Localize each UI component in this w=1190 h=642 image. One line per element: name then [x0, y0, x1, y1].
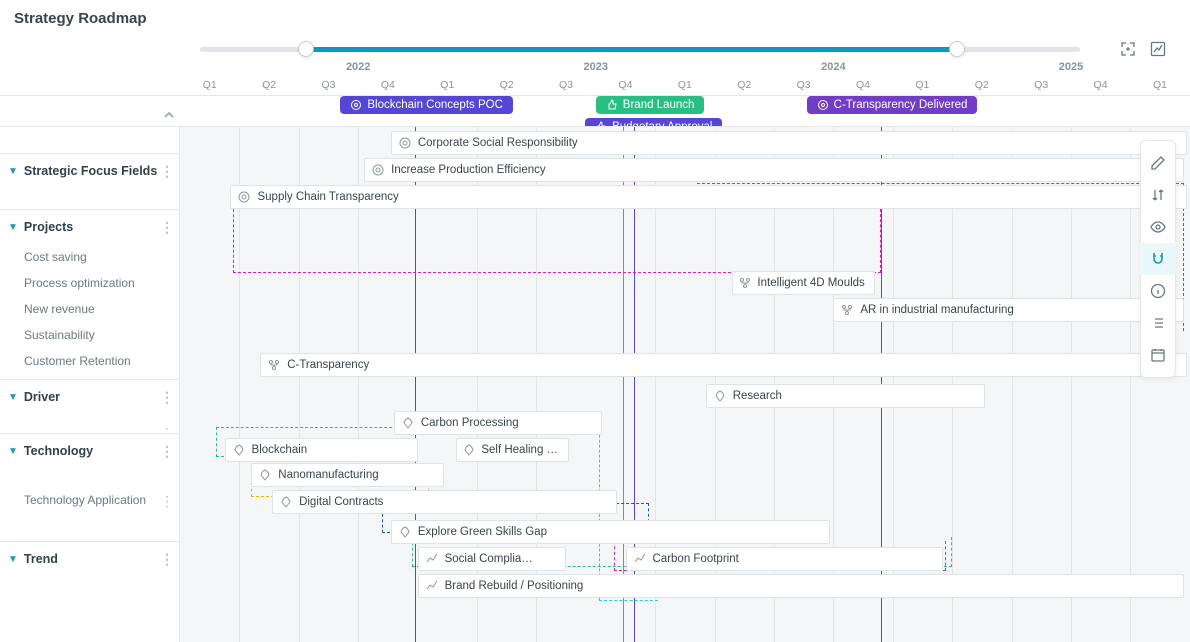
target-icon — [817, 99, 829, 111]
sidebar-item-tech-app[interactable]: Technology Application — [0, 487, 179, 513]
sidebar-item-revenue[interactable]: New revenue — [0, 296, 179, 322]
sidebar-item-customer[interactable]: Customer Retention — [0, 348, 179, 374]
sort-icon[interactable] — [1140, 179, 1176, 211]
sidebar: ▼ Strategic Focus Fields ⋮ ▼ Projects ⋮ … — [0, 127, 180, 642]
info-icon[interactable] — [1140, 275, 1176, 307]
sidebar-item-sustain[interactable]: Sustainability — [0, 322, 179, 348]
target-icon — [398, 136, 412, 150]
visibility-icon[interactable] — [1140, 211, 1176, 243]
trend-icon — [633, 552, 647, 566]
bar-green-skills[interactable]: Explore Green Skills Gap — [391, 520, 831, 544]
more-icon[interactable]: ⋮ — [160, 443, 173, 460]
trend-icon — [425, 552, 439, 566]
chart-mode-icon[interactable] — [1150, 41, 1166, 57]
target-icon — [350, 99, 362, 111]
time-range-slider[interactable] — [200, 47, 1080, 52]
milestone-c-transparency[interactable]: C-Transparency Delivered — [807, 96, 978, 114]
bar-c-transparency[interactable]: ▶ C-Transparency — [260, 353, 1187, 377]
rocket-icon — [279, 495, 293, 509]
bar-prodeff[interactable]: Increase Production Efficiency — [364, 158, 1184, 182]
trend-icon — [425, 579, 439, 593]
branch-icon — [267, 358, 281, 372]
branch-icon — [739, 276, 751, 290]
timeline-body[interactable]: ▶ Corporate Social Responsibility Increa… — [180, 127, 1190, 642]
slider-handle-end[interactable] — [949, 41, 965, 57]
sidebar-trend[interactable]: ▼ Trend ⋮ — [0, 541, 179, 576]
sidebar-item-cost[interactable]: Cost saving — [0, 244, 179, 270]
sidebar-technology[interactable]: ▼ Technology ⋮ — [0, 433, 179, 468]
page-title: Strategy Roadmap — [0, 0, 1190, 27]
edit-icon[interactable] — [1140, 147, 1176, 179]
sidebar-driver[interactable]: ▼ Driver ⋮ — [0, 379, 179, 414]
rocket-icon — [463, 443, 475, 457]
collapse-sidebar-icon[interactable] — [162, 108, 176, 125]
bar-carbon-footprint[interactable]: ▶ Carbon Footprint — [626, 547, 944, 571]
rocket-icon — [713, 389, 727, 403]
sidebar-item-process[interactable]: Process optimization — [0, 270, 179, 296]
more-icon[interactable]: ⋮ — [160, 551, 173, 568]
bar-brand-rebuild[interactable]: Brand Rebuild / Positioning — [418, 574, 1184, 598]
more-icon[interactable]: ⋮ — [160, 493, 173, 510]
bar-carbon-processing[interactable]: Carbon Processing — [394, 411, 602, 435]
bar-supply[interactable]: Supply Chain Transparency — [230, 185, 1186, 209]
sidebar-projects[interactable]: ▼ Projects ⋮ — [0, 209, 179, 244]
rocket-icon — [232, 443, 246, 457]
bar-blockchain[interactable]: Blockchain — [225, 438, 418, 462]
caret-down-icon: ▼ — [8, 166, 18, 177]
caret-down-icon: ▼ — [8, 554, 18, 565]
rocket-icon — [398, 525, 412, 539]
slider-handle-start[interactable] — [298, 41, 314, 57]
target-icon — [237, 190, 251, 204]
rocket-icon — [401, 416, 415, 430]
rocket-icon — [258, 468, 272, 482]
right-toolbar — [1140, 140, 1176, 378]
caret-down-icon: ▼ — [8, 446, 18, 457]
bar-ar-manufacturing[interactable]: ▶ AR in industrial manufacturing — [833, 298, 1183, 322]
magnet-icon[interactable] — [1140, 243, 1176, 275]
caret-down-icon: ▼ — [8, 222, 18, 233]
fit-icon[interactable] — [1120, 41, 1136, 57]
bar-nano[interactable]: Nanomanufacturing — [251, 463, 444, 487]
calendar-icon[interactable] — [1140, 339, 1176, 371]
bar-social-compliance[interactable]: Social Complia… — [418, 547, 567, 571]
bar-digital-contracts[interactable]: Digital Contracts — [272, 490, 617, 514]
branch-icon — [840, 303, 854, 317]
bar-4d-moulds[interactable]: ▶ Intelligent 4D Moulds — [732, 271, 875, 295]
milestone-brand-launch[interactable]: Brand Launch — [596, 96, 705, 114]
more-icon[interactable]: ⋮ — [160, 219, 173, 236]
bar-csr[interactable]: ▶ Corporate Social Responsibility — [391, 131, 1187, 155]
caret-down-icon: ▼ — [8, 392, 18, 403]
more-icon[interactable]: ⋮ — [160, 163, 173, 180]
milestone-blockchain[interactable]: Blockchain Concepts POC — [340, 96, 513, 114]
list-icon[interactable] — [1140, 307, 1176, 339]
thumbs-up-icon — [606, 99, 618, 111]
bar-self-healing[interactable]: Self Healing … — [456, 438, 569, 462]
sidebar-strategic-focus[interactable]: ▼ Strategic Focus Fields ⋮ — [0, 153, 179, 188]
target-icon — [371, 163, 385, 177]
bar-research[interactable]: Research — [706, 384, 985, 408]
timeline-axis: 2022 2023 2024 2025 Q1 Q2 Q3 Q4 Q1 Q2 Q3… — [180, 61, 1190, 95]
more-icon[interactable]: ⋮ — [160, 389, 173, 406]
